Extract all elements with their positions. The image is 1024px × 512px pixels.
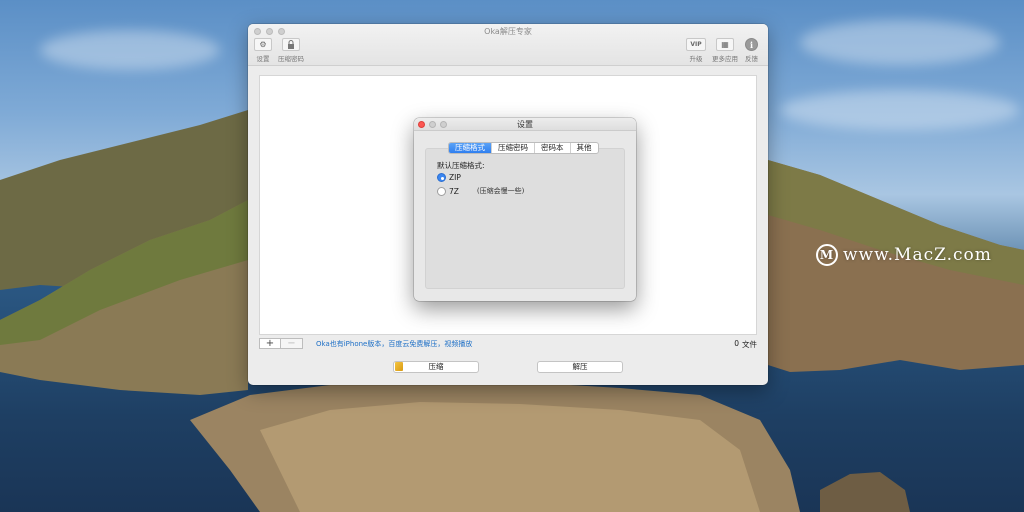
dialog-titlebar[interactable]: 设置 xyxy=(414,118,636,131)
vip-icon: VIP xyxy=(686,38,706,51)
add-remove-segmented-control: + − xyxy=(259,338,303,349)
lock-icon xyxy=(282,38,300,51)
watermark-text: www.MacZ.com xyxy=(843,245,992,265)
remove-file-button[interactable]: − xyxy=(281,338,303,349)
radio-7z[interactable] xyxy=(437,186,446,196)
zip-archive-icon xyxy=(395,362,403,371)
extract-button[interactable]: 解压 xyxy=(537,361,623,373)
toolbar-password-button[interactable]: 压缩密码 xyxy=(278,38,304,63)
tab-password-book[interactable]: 密码本 xyxy=(535,143,571,153)
radio-option-zip[interactable]: ZIP xyxy=(437,173,461,182)
default-format-label: 默认压缩格式: xyxy=(437,161,485,170)
toolbar-more-apps-button[interactable]: ▦ 更多应用 xyxy=(712,38,738,63)
tab-panel-compress-format: 默认压缩格式: ZIP 7Z (压缩会慢一些) xyxy=(425,148,625,289)
window-titlebar[interactable]: Oka解压专家 ⚙ 设置 压缩密码 VIP 升级 ▦ 更多应用 i 反馈 xyxy=(248,24,768,66)
dialog-title: 设置 xyxy=(517,120,533,129)
apps-grid-icon: ▦ xyxy=(716,38,734,51)
file-count-value: 0 xyxy=(734,339,739,348)
iphone-promo-link[interactable]: Oka也有iPhone版本，百度云免费解压，视频播放 xyxy=(316,339,472,349)
tab-compress-format[interactable]: 压缩格式 xyxy=(449,143,492,153)
radio-7z-label: 7Z xyxy=(449,186,459,196)
compress-button-label: 压缩 xyxy=(428,362,444,371)
add-file-button[interactable]: + xyxy=(259,338,281,349)
tab-compress-password[interactable]: 压缩密码 xyxy=(492,143,535,153)
settings-tabs: 压缩格式 压缩密码 密码本 其他 xyxy=(448,142,599,154)
file-count-unit: 文件 xyxy=(742,340,757,349)
compress-button[interactable]: 压缩 xyxy=(393,361,479,373)
bottom-bar: + − Oka也有iPhone版本，百度云免费解压，视频播放 0 文件 xyxy=(259,338,757,352)
toolbar-upgrade-label: 升级 xyxy=(689,55,703,63)
info-icon: i xyxy=(745,38,758,51)
toolbar-feedback-label: 反馈 xyxy=(745,55,758,63)
window-title: Oka解压专家 xyxy=(484,27,532,36)
toolbar-settings-label: 设置 xyxy=(256,55,270,63)
toolbar-feedback-button[interactable]: i 反馈 xyxy=(745,38,758,63)
toolbar-password-label: 压缩密码 xyxy=(278,55,304,63)
gear-icon: ⚙ xyxy=(254,38,272,51)
toolbar-settings-button[interactable]: ⚙ 设置 xyxy=(254,38,272,63)
radio-7z-note: (压缩会慢一些) xyxy=(476,187,525,195)
settings-dialog: 设置 默认压缩格式: ZIP 7Z (压缩会慢一些) 压缩格式 压缩密码 密码本… xyxy=(414,118,636,301)
toolbar-more-apps-label: 更多应用 xyxy=(712,55,738,63)
extract-button-label: 解压 xyxy=(572,362,588,371)
radio-option-7z[interactable]: 7Z (压缩会慢一些) xyxy=(437,186,524,196)
watermark-logo-icon: M xyxy=(816,244,838,266)
radio-zip-label: ZIP xyxy=(449,173,461,182)
file-count: 0 文件 xyxy=(734,339,757,350)
radio-zip[interactable] xyxy=(437,173,446,182)
tab-other[interactable]: 其他 xyxy=(571,143,598,153)
watermark: M www.MacZ.com xyxy=(816,244,992,266)
toolbar-upgrade-button[interactable]: VIP 升级 xyxy=(686,38,706,63)
